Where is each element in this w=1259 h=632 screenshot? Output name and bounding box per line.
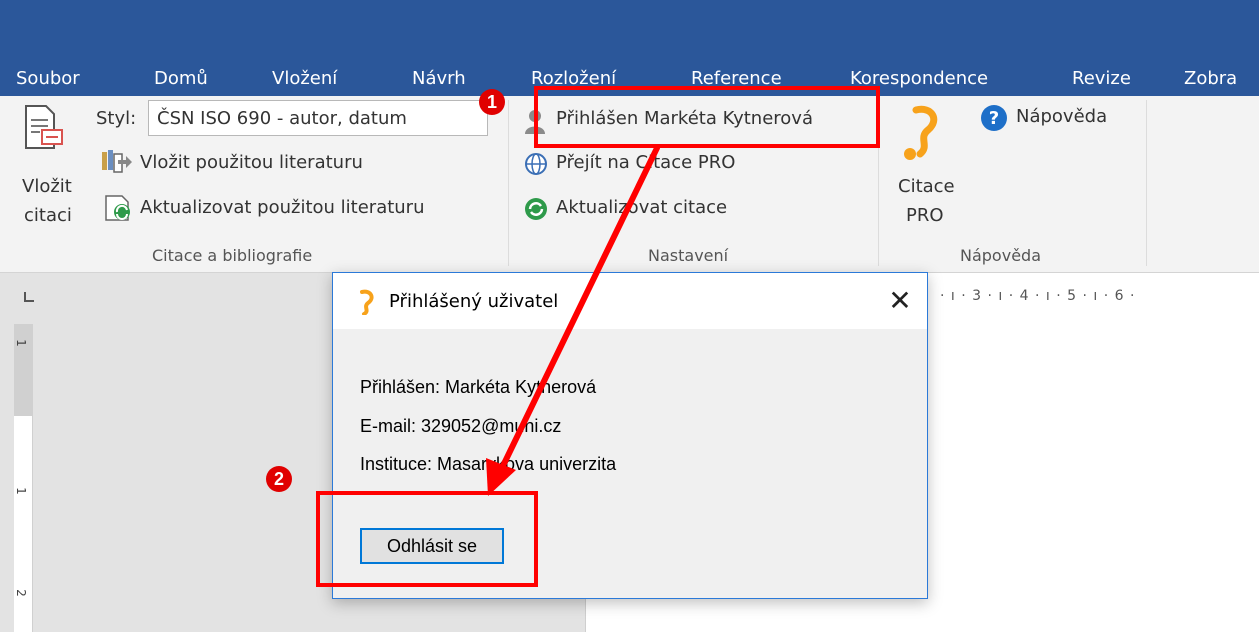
annotation-arrow	[486, 145, 660, 496]
